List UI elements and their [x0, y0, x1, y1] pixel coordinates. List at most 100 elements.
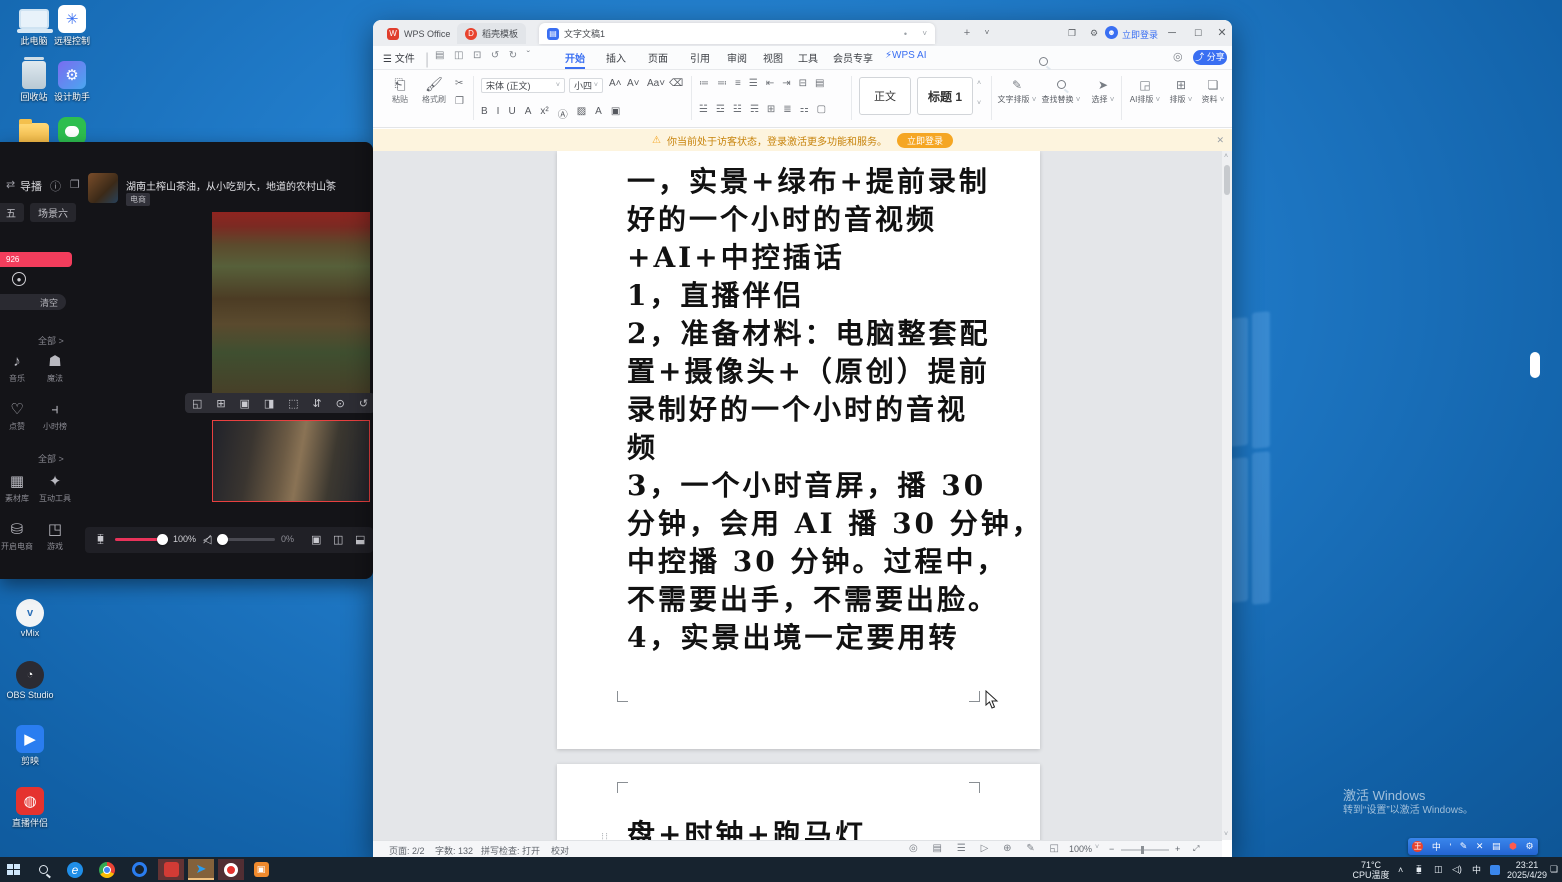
- scrollbar-thumb[interactable]: [1224, 165, 1230, 195]
- tool-text-layout[interactable]: ✎文字排版: [997, 78, 1037, 105]
- tray-app-icon[interactable]: [1490, 857, 1500, 882]
- zoom-out-button[interactable]: −: [1109, 844, 1114, 854]
- maximize-button[interactable]: ☐: [1189, 24, 1207, 42]
- paragraph-toolbar-row2[interactable]: ☱☲☳☴⊞≣⚏▢: [699, 104, 859, 115]
- tray-hidden-icons-chevron[interactable]: ˄: [1398, 857, 1403, 882]
- video-preview-secondary[interactable]: [212, 420, 370, 502]
- menu-home[interactable]: 开始: [565, 50, 585, 69]
- view-mode-icon[interactable]: ☰: [957, 843, 966, 854]
- tab-document[interactable]: ▤ 文字文稿1 • ˅: [539, 23, 935, 44]
- paragraph-format-icon[interactable]: ☴: [750, 104, 759, 115]
- taskbar-chrome[interactable]: [94, 859, 120, 880]
- taskbar-edge[interactable]: e: [62, 859, 88, 880]
- tool-find-replace[interactable]: 查找替换: [1041, 78, 1081, 105]
- font-style-toolbar[interactable]: BIUAx²Ⓐ▨A▣: [481, 106, 681, 121]
- quick-access-icon[interactable]: ◫: [454, 50, 463, 61]
- desktop-icon-live-companion[interactable]: ◍ 直播伴侣: [4, 786, 56, 829]
- minimize-button[interactable]: ─: [1163, 24, 1181, 42]
- quick-access-icon[interactable]: ↻: [509, 50, 517, 61]
- view-mode-toolbar[interactable]: ◎▤☰▷⊕✎◱: [909, 843, 1059, 854]
- scene-tab-6[interactable]: 场景六: [30, 203, 76, 222]
- status-words[interactable]: 字数: 132: [435, 844, 473, 857]
- desktop-icon-remote-app[interactable]: ✳ 远程控制: [46, 4, 98, 46]
- tool-interactive[interactable]: ✦ 互动工具: [36, 472, 74, 504]
- start-button[interactable]: [0, 859, 26, 880]
- fit-page-icon[interactable]: ⤢: [1193, 844, 1199, 854]
- new-tab-button[interactable]: +: [958, 24, 976, 42]
- taskbar-app-red[interactable]: [158, 859, 184, 880]
- menu-page[interactable]: 页面: [648, 50, 668, 65]
- ime-toolbar[interactable]: 王 中 ' ✎ ✕ ▤ ⬢ ⚙: [1408, 838, 1538, 855]
- tool-like[interactable]: ♡ 点赞: [0, 400, 36, 432]
- taskbar-app-orange[interactable]: ▣: [248, 859, 274, 880]
- edge-panel-handle[interactable]: [1530, 352, 1540, 378]
- camera-icon[interactable]: ▣: [311, 533, 321, 546]
- video-toolbar-icon[interactable]: ↺: [359, 397, 368, 410]
- paragraph-format-icon[interactable]: ⇤: [766, 78, 774, 89]
- change-case-icon[interactable]: Aa˅: [647, 78, 665, 89]
- font-style-icon[interactable]: A: [595, 106, 602, 121]
- menu-insert[interactable]: 插入: [606, 50, 626, 65]
- video-preview-main[interactable]: [212, 212, 370, 393]
- tool-ai-layout[interactable]: ◲AI排版: [1125, 78, 1165, 105]
- style-normal[interactable]: 正文: [859, 77, 911, 115]
- video-toolbar-icon[interactable]: ⇵: [313, 397, 322, 410]
- paste-button[interactable]: ⎗ 粘贴: [385, 76, 415, 105]
- search-icon[interactable]: [1039, 53, 1048, 71]
- font-style-icon[interactable]: ▣: [611, 106, 620, 121]
- tool-ecommerce[interactable]: ⛁ 开启电商: [0, 520, 36, 552]
- paragraph-format-icon[interactable]: ▢: [817, 104, 826, 115]
- paragraph-format-icon[interactable]: ☲: [716, 104, 725, 115]
- tab-wps-office[interactable]: W WPS Office: [379, 23, 458, 44]
- ime-lang-mode[interactable]: 中: [1432, 840, 1441, 853]
- paragraph-format-icon[interactable]: ⊟: [799, 78, 807, 89]
- menu-tools[interactable]: 工具: [798, 50, 818, 65]
- font-style-icon[interactable]: U: [508, 106, 515, 121]
- ime-settings-icon[interactable]: ⚙: [1526, 841, 1534, 852]
- desktop-icon-obs[interactable]: ◔ OBS Studio: [4, 660, 56, 700]
- clear-format-icon[interactable]: ⌫: [669, 78, 683, 89]
- microphone-icon[interactable]: ⧯: [97, 533, 104, 546]
- tool-hour-rank[interactable]: ⫞ 小时榜: [36, 400, 74, 432]
- clear-button[interactable]: 清空: [0, 294, 66, 310]
- font-style-icon[interactable]: I: [497, 106, 500, 121]
- document-page-3[interactable]: ⁞⁞ 盘+时钟+跑马灯: [557, 764, 1040, 840]
- scroll-up-icon[interactable]: ˄: [1224, 153, 1228, 160]
- paragraph-format-icon[interactable]: ☰: [749, 78, 758, 89]
- tray-display-icon[interactable]: ◫: [1434, 857, 1443, 882]
- desktop-icon-vmix[interactable]: v vMix: [4, 598, 56, 638]
- banner-close-icon[interactable]: ✕: [1216, 135, 1224, 146]
- ime-close-icon[interactable]: ✕: [1476, 841, 1484, 852]
- tray-cpu-temp[interactable]: 71°C CPU温度: [1348, 857, 1394, 882]
- menu-file[interactable]: ☰ 文件: [383, 50, 415, 65]
- comment-icon[interactable]: ◫: [333, 533, 343, 546]
- zoom-value[interactable]: 100%: [1069, 844, 1092, 854]
- view-mode-icon[interactable]: ◎: [909, 843, 918, 854]
- video-toolbar-icon[interactable]: ⊞: [216, 397, 225, 410]
- document-scrollbar[interactable]: ˄ ˅: [1222, 151, 1232, 840]
- paragraph-drag-handle[interactable]: ⁞⁞: [601, 832, 609, 840]
- paragraph-format-icon[interactable]: ⊞: [767, 104, 775, 115]
- view-mode-icon[interactable]: ✎: [1026, 843, 1034, 854]
- style-gallery-down-icon[interactable]: ˅: [977, 100, 981, 107]
- font-name-select[interactable]: 宋体 (正文)˅: [481, 78, 565, 93]
- document-page-2[interactable]: 一，实景+绿布+提前录制好的一个小时的音视频+AI+中控插话1，直播伴侣2，准备…: [557, 151, 1040, 749]
- taskbar-app-red-ring[interactable]: [218, 859, 244, 880]
- increase-font-icon[interactable]: A˄: [609, 78, 622, 89]
- decrease-font-icon[interactable]: A˅: [627, 78, 640, 89]
- tray-network-icon[interactable]: 中: [1472, 857, 1481, 882]
- tool-music[interactable]: ♪ 音乐: [0, 352, 36, 384]
- paragraph-format-icon[interactable]: ≔: [699, 78, 709, 89]
- quick-access-icon[interactable]: ˇ: [527, 50, 530, 61]
- settings-gear-icon[interactable]: ⚙: [1085, 24, 1103, 42]
- scene-list-item-active[interactable]: 926: [0, 252, 72, 267]
- tray-volume-icon[interactable]: ◁): [1452, 857, 1462, 882]
- tray-clock[interactable]: 23:21 2025/4/29: [1504, 857, 1550, 882]
- video-toolbar-icon[interactable]: ◱: [192, 397, 202, 410]
- view-mode-icon[interactable]: ▤: [933, 843, 942, 854]
- ime-skin-icon[interactable]: ⬢: [1509, 841, 1517, 852]
- font-style-icon[interactable]: x²: [540, 106, 548, 121]
- quick-access-toolbar[interactable]: ▤◫⊡↺↻ˇ: [435, 50, 530, 61]
- font-size-select[interactable]: 小四˅: [569, 78, 603, 93]
- info-icon[interactable]: ⓘ: [50, 178, 61, 194]
